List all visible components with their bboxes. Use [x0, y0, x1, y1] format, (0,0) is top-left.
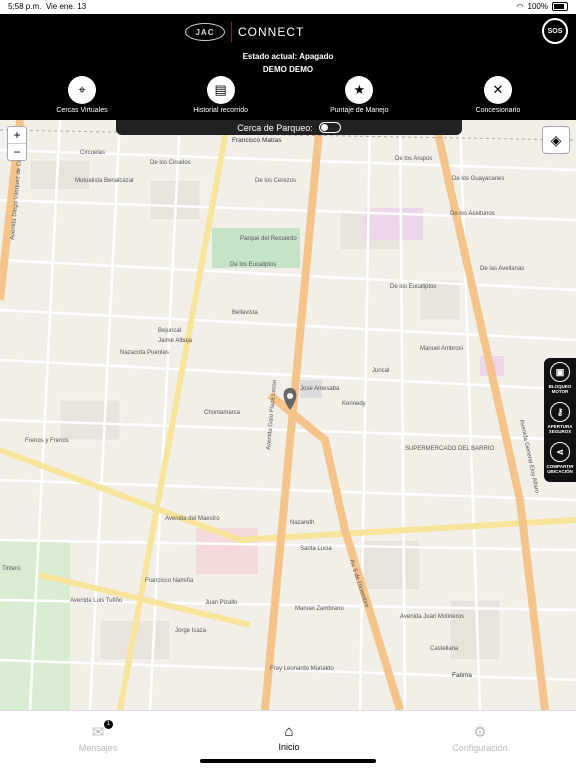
svg-text:De los Ciruelos: De los Ciruelos	[150, 160, 191, 166]
svg-text:Francisco Namiña: Francisco Namiña	[145, 578, 194, 584]
home-icon: ⌂	[284, 723, 294, 740]
history-icon: ▤	[206, 76, 235, 104]
action-label: APERTURA SEGUROS	[547, 424, 573, 434]
action-label: COMPARTIR UBICACIÓN	[546, 464, 574, 474]
svg-text:Tintero: Tintero	[2, 566, 21, 572]
key-icon: ⚷	[550, 402, 570, 422]
tab-home[interactable]: ⌂ Inicio	[229, 723, 349, 752]
star-icon: ★	[345, 76, 374, 104]
feature-menu: ⌖ Cercas Virtuales ▤ Historial recorrido…	[40, 76, 540, 115]
svg-text:Juan Pizallo: Juan Pizallo	[205, 600, 238, 606]
status-bar: 5:58 p.m. Vie ene. 13 ◠ 100%	[0, 0, 576, 14]
tab-label: Mensajes	[78, 743, 118, 753]
svg-text:Chontamarca: Chontamarca	[204, 410, 241, 416]
layers-button[interactable]: ◈	[542, 126, 570, 154]
battery-icon	[552, 2, 568, 11]
menu-label: Historial recorrido	[193, 107, 249, 114]
svg-text:Juncal: Juncal	[372, 368, 389, 374]
battery-percent: 100%	[527, 2, 548, 11]
zoom-control: + −	[7, 126, 27, 161]
tab-messages[interactable]: ✉ 1 Mensajes	[38, 720, 158, 753]
sos-button[interactable]: SOS	[542, 18, 568, 44]
zoom-in-button[interactable]: +	[8, 127, 26, 143]
svg-text:Nazareth: Nazareth	[290, 520, 314, 526]
tab-settings[interactable]: ⚙ Configuración	[420, 723, 540, 753]
engine-lock-button[interactable]: ▣ BLOQUEO MOTOR	[544, 358, 576, 398]
status-right: ◠ 100%	[517, 2, 568, 11]
wifi-icon: ◠	[516, 2, 524, 11]
vehicle-state: Estado actual: Apagado	[242, 52, 334, 61]
logo-divider	[231, 22, 232, 42]
tools-icon: ✕	[483, 76, 512, 104]
svg-text:Frenos y Frenos: Frenos y Frenos	[25, 438, 69, 444]
share-icon: ⋖	[550, 442, 570, 462]
vehicle-name: DEMO DEMO	[262, 65, 314, 74]
map-view[interactable]: Francisco Matías Circuelas De los Ciruel…	[0, 120, 576, 710]
svg-text:Jaime Albuja: Jaime Albuja	[158, 338, 193, 344]
lock-icon: ▣	[550, 362, 570, 382]
svg-text:Manuel Ambrosi: Manuel Ambrosi	[420, 346, 463, 352]
mail-icon: ✉ 1	[38, 720, 158, 741]
svg-text:Avenida del Maestro: Avenida del Maestro	[165, 516, 220, 522]
home-indicator	[200, 759, 376, 763]
jac-logo: JAC	[185, 23, 225, 41]
svg-text:Santa Lucia: Santa Lucia	[300, 546, 332, 552]
svg-text:De los Guayacanes: De los Guayacanes	[452, 176, 504, 182]
svg-text:De los Eucaliptos: De los Eucaliptos	[230, 262, 276, 268]
menu-geofences[interactable]: ⌖ Cercas Virtuales	[40, 76, 124, 115]
app-header: JAC CONNECT SOS Estado actual: Apagado D…	[0, 14, 576, 120]
svg-text:Francisco Matías: Francisco Matías	[232, 137, 282, 144]
svg-text:Fray Leonardo Murialdo: Fray Leonardo Murialdo	[270, 666, 334, 672]
zoom-out-button[interactable]: −	[8, 143, 26, 160]
geofence-icon: ⌖	[68, 76, 96, 104]
svg-text:Castellana: Castellana	[430, 646, 459, 652]
svg-text:Jose Amesaba: Jose Amesaba	[300, 386, 340, 392]
svg-text:Avenida Juan Molineros: Avenida Juan Molineros	[400, 614, 464, 620]
menu-history[interactable]: ▤ Historial recorrido	[179, 76, 263, 115]
svg-text:Circuelas: Circuelas	[80, 150, 105, 156]
share-location-button[interactable]: ⋖ COMPARTIR UBICACIÓN	[544, 438, 576, 478]
svg-text:Mutualista Benalcázar: Mutualista Benalcázar	[75, 178, 134, 184]
svg-text:SUPERMERCADO DEL BARRIO: SUPERMERCADO DEL BARRIO	[405, 446, 494, 452]
svg-text:De los Cerezos: De los Cerezos	[255, 178, 296, 184]
vehicle-actions: ▣ BLOQUEO MOTOR ⚷ APERTURA SEGUROS ⋖ COM…	[544, 358, 576, 482]
layers-icon: ◈	[550, 131, 562, 148]
menu-label: Puntaje de Manejo	[330, 107, 389, 114]
svg-text:Bellavista: Bellavista	[232, 310, 258, 316]
map-canvas: Francisco Matías Circuelas De los Ciruel…	[0, 120, 576, 710]
sos-icon: SOS	[547, 27, 563, 35]
svg-text:De las Avellanas: De las Avellanas	[480, 266, 524, 272]
tab-label: Inicio	[278, 742, 300, 752]
gear-icon: ⚙	[473, 724, 487, 741]
svg-text:Nazacota Puentes: Nazacota Puentes	[120, 350, 169, 356]
svg-text:Parque del Recuerdo: Parque del Recuerdo	[240, 236, 297, 242]
brand-logo: JAC CONNECT	[185, 22, 304, 42]
action-label: BLOQUEO MOTOR	[548, 384, 572, 394]
svg-text:De los Aceitunos: De los Aceitunos	[450, 211, 495, 217]
svg-text:De los Arupos: De los Arupos	[395, 156, 432, 162]
parking-fence-bar: Cerca de Parqueo:	[116, 120, 462, 135]
svg-text:Avenida Luis Tufiño: Avenida Luis Tufiño	[70, 598, 123, 604]
tab-label: Configuración	[452, 743, 508, 753]
parking-toggle[interactable]	[318, 122, 341, 133]
svg-text:Fatima: Fatima	[452, 672, 472, 679]
menu-label: Concesionario	[475, 107, 521, 114]
connect-label: CONNECT	[238, 25, 305, 39]
svg-text:Manuel Zambrano: Manuel Zambrano	[295, 606, 344, 612]
message-badge: 1	[104, 720, 113, 729]
menu-label: Cercas Virtuales	[56, 107, 108, 114]
menu-driving-score[interactable]: ★ Puntaje de Manejo	[317, 76, 401, 115]
svg-text:Bejuncal: Bejuncal	[158, 328, 181, 334]
unlock-doors-button[interactable]: ⚷ APERTURA SEGUROS	[544, 398, 576, 438]
svg-text:De los Eucaliptos: De los Eucaliptos	[390, 284, 436, 290]
menu-dealer[interactable]: ✕ Concesionario	[456, 76, 540, 115]
parking-label: Cerca de Parqueo:	[237, 122, 313, 133]
svg-text:Jorge Icaza: Jorge Icaza	[175, 628, 207, 634]
status-time: 5:58 p.m. Vie ene. 13	[8, 2, 87, 11]
svg-text:Kennedy: Kennedy	[342, 401, 366, 407]
